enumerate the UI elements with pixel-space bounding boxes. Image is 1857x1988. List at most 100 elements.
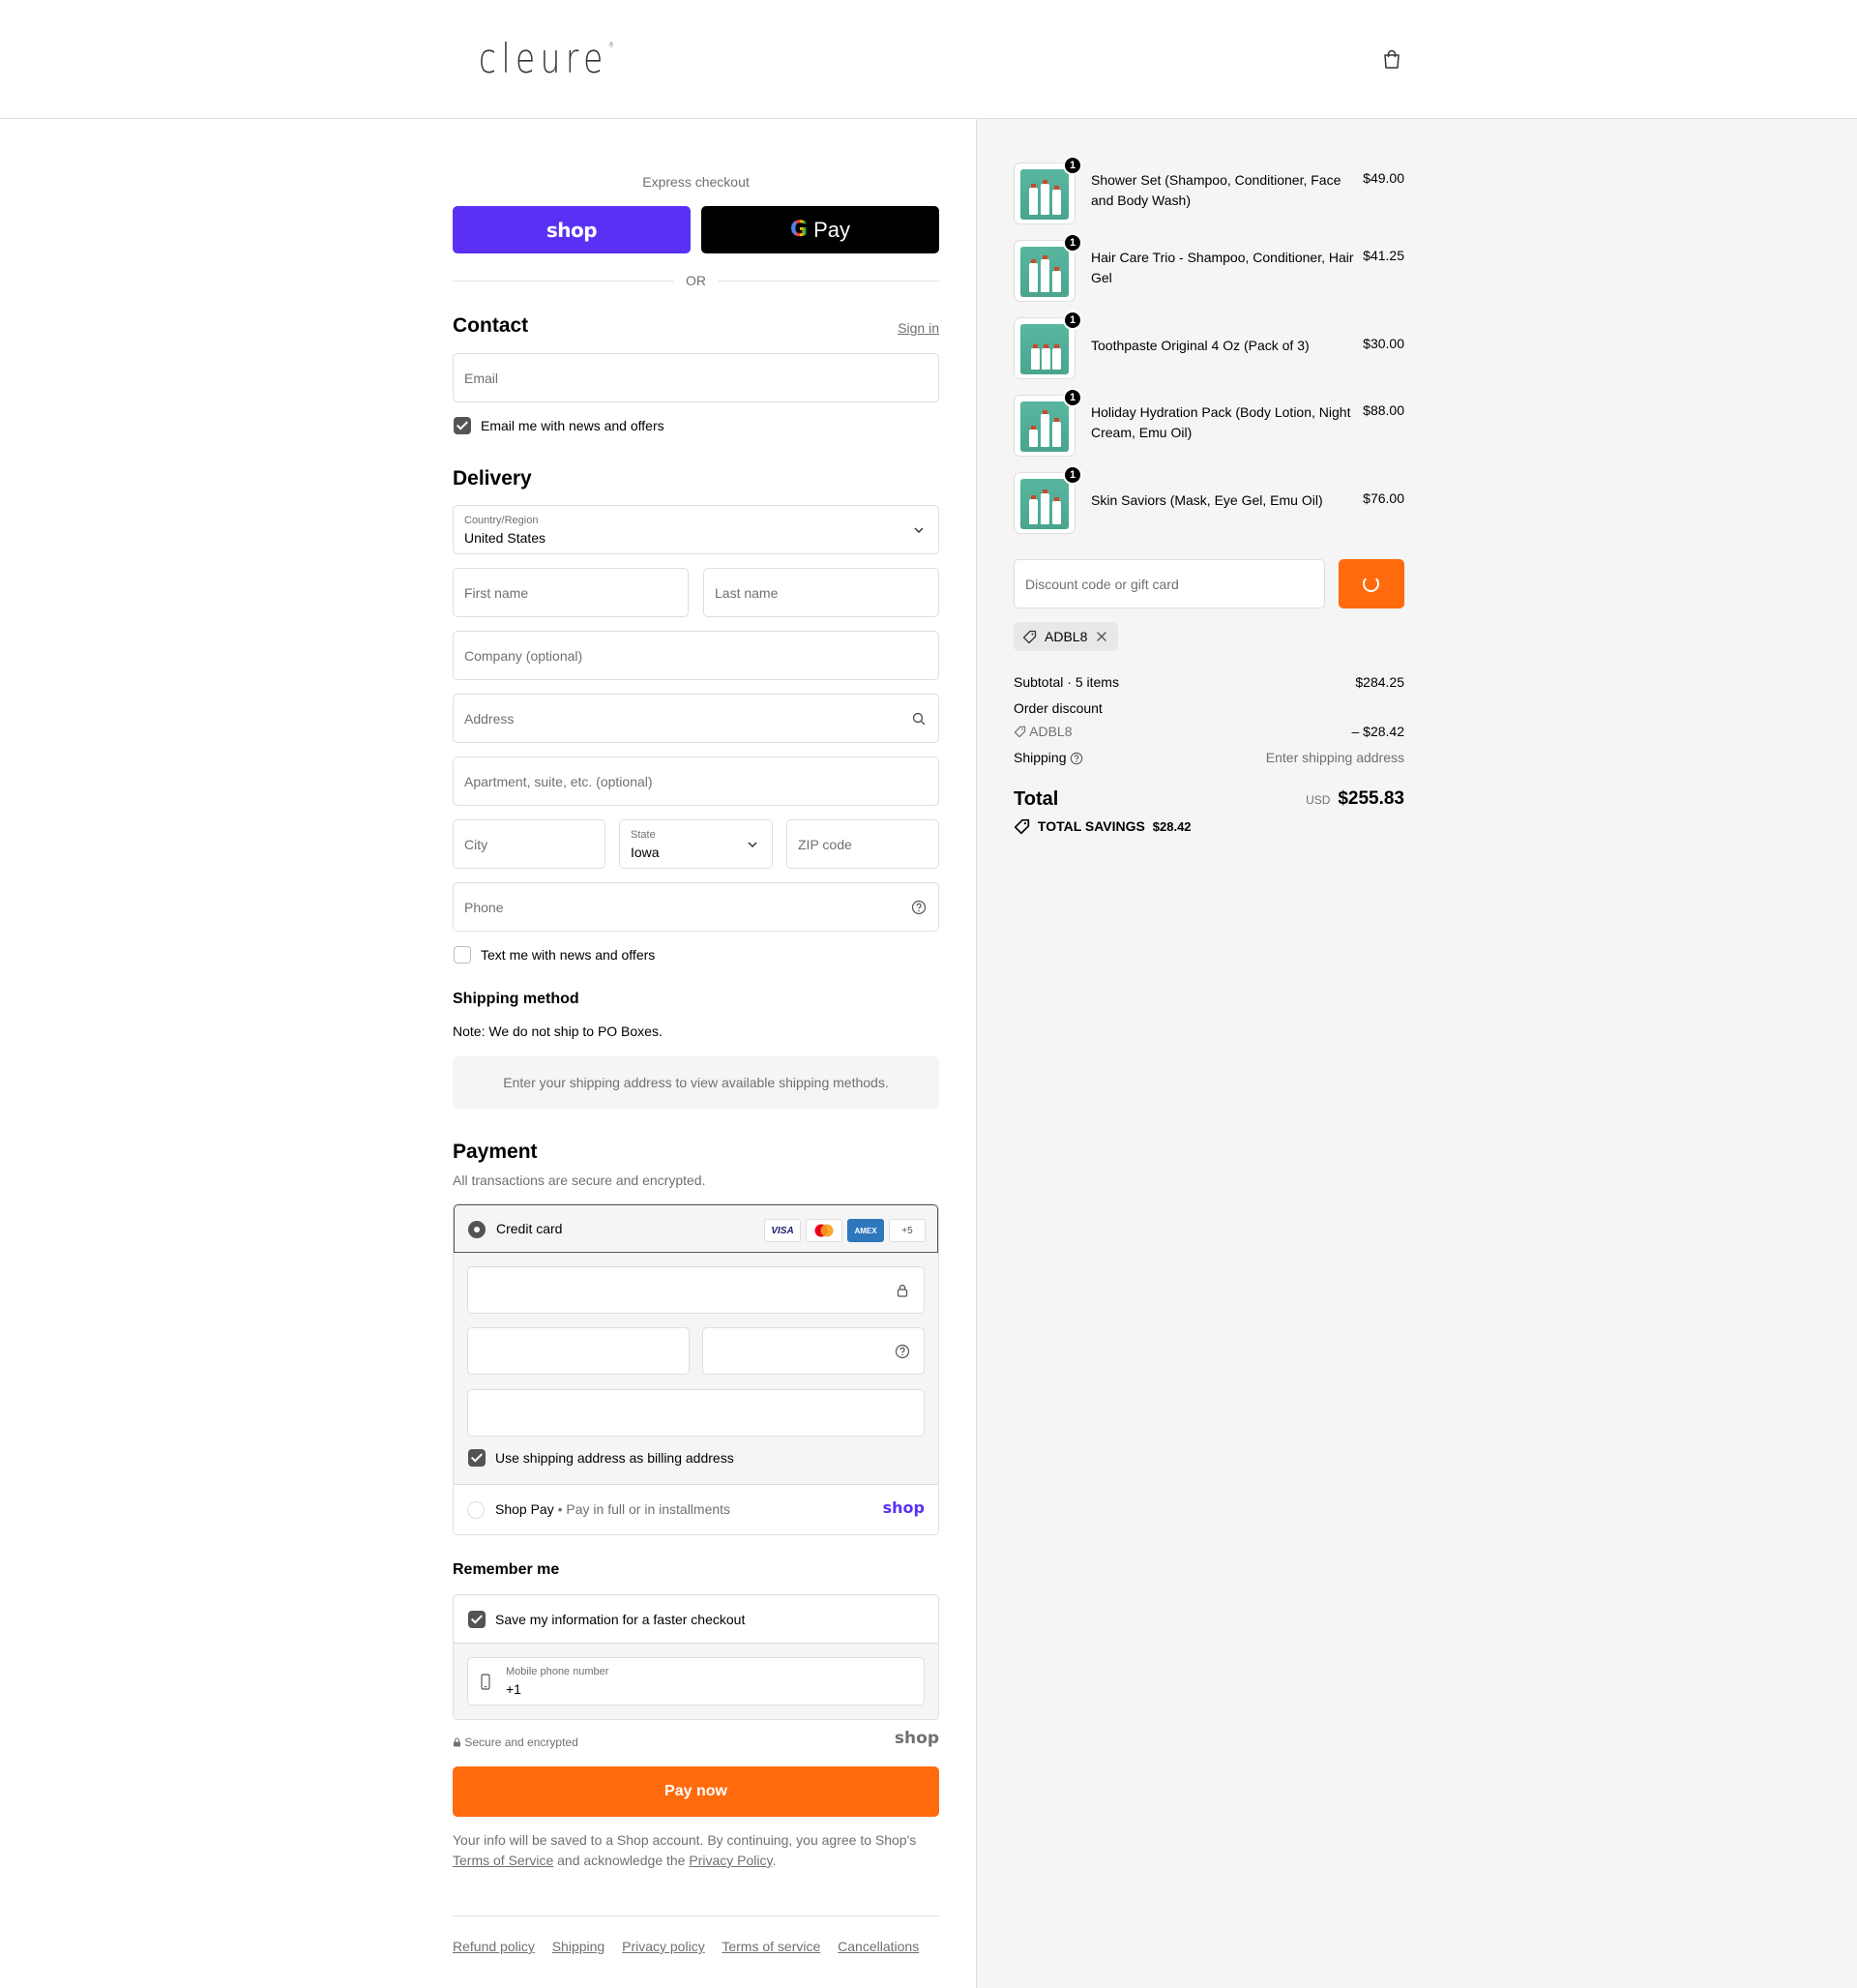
footer-links: Refund policy Shipping Privacy policy Te… — [453, 1939, 932, 1954]
secure-encrypted-label: Secure and encrypted — [453, 1736, 578, 1749]
product-image: 1 — [1014, 311, 1082, 379]
cart-item: 1 Hair Care Trio - Shampoo, Conditioner,… — [1014, 233, 1404, 304]
shipping-link[interactable]: Shipping — [552, 1939, 605, 1954]
visa-icon: VISA — [764, 1219, 801, 1242]
zip-field[interactable]: ZIP code — [786, 819, 939, 869]
product-price: $88.00 — [1363, 402, 1404, 418]
newsletter-checkbox[interactable] — [454, 417, 471, 434]
terms-of-service-link[interactable]: Terms of Service — [453, 1853, 553, 1868]
discount-code-field[interactable]: Discount code or gift card — [1014, 559, 1325, 608]
product-name: Hair Care Trio - Shampoo, Conditioner, H… — [1091, 250, 1354, 285]
pay-now-button[interactable]: Pay now — [453, 1766, 939, 1817]
apply-discount-button[interactable] — [1339, 559, 1404, 608]
terms-of-service-footer-link[interactable]: Terms of service — [722, 1939, 820, 1954]
quantity-badge: 1 — [1063, 156, 1082, 175]
or-divider: OR — [453, 271, 939, 290]
billing-same-checkbox[interactable] — [468, 1449, 486, 1467]
privacy-policy-footer-link[interactable]: Privacy policy — [622, 1939, 705, 1954]
total-row: Total USD $255.83 — [1014, 788, 1404, 810]
google-icon: G — [790, 218, 809, 242]
remember-me-heading: Remember me — [453, 1561, 560, 1578]
product-image: 1 — [1014, 233, 1082, 302]
chevron-down-icon — [914, 527, 924, 534]
loading-spinner-icon — [1363, 576, 1379, 592]
save-info-checkbox[interactable] — [468, 1611, 486, 1628]
save-info-label: Save my information for a faster checkou… — [495, 1612, 746, 1627]
express-checkout-label: Express checkout — [642, 174, 750, 190]
city-field[interactable]: City — [453, 819, 605, 869]
payment-heading: Payment — [453, 1141, 538, 1163]
google-pay-button[interactable]: G Pay — [701, 206, 939, 253]
order-discount-label: Order discount — [1014, 700, 1103, 716]
help-icon[interactable] — [895, 1344, 910, 1359]
amex-icon: AMEX — [847, 1219, 884, 1242]
credit-card-radio[interactable] — [468, 1221, 486, 1238]
sms-label: Text me with news and offers — [481, 947, 656, 963]
address-field[interactable]: Address — [453, 694, 939, 743]
tag-icon — [1014, 818, 1030, 835]
product-price: $41.25 — [1363, 248, 1404, 263]
mastercard-icon — [806, 1219, 842, 1242]
help-icon[interactable] — [911, 900, 927, 915]
shipping-methods-placeholder: Enter your shipping address to view avai… — [453, 1056, 939, 1109]
credit-card-option[interactable]: Credit card VISA AMEX +5 — [454, 1204, 938, 1253]
footer-divider — [453, 1915, 939, 1916]
shop-pay-logo: shop — [882, 1498, 925, 1517]
product-name: Holiday Hydration Pack (Body Lotion, Nig… — [1091, 404, 1351, 440]
name-on-card-field[interactable] — [467, 1389, 925, 1437]
shop-logo: shop — [894, 1729, 939, 1748]
mobile-icon — [481, 1674, 490, 1690]
expiration-field[interactable] — [467, 1327, 690, 1375]
product-name: Shower Set (Shampoo, Conditioner, Face a… — [1091, 172, 1341, 208]
shopping-bag-icon[interactable] — [1381, 48, 1402, 70]
lock-icon — [897, 1284, 908, 1297]
privacy-policy-link[interactable]: Privacy Policy — [689, 1853, 772, 1868]
shipping-row: Shipping Enter shipping address — [1014, 750, 1404, 765]
tag-icon — [1022, 630, 1037, 644]
cart-item: 1 Skin Saviors (Mask, Eye Gel, Emu Oil) … — [1014, 465, 1404, 536]
help-icon[interactable] — [1070, 752, 1083, 765]
shop-pay-radio[interactable] — [467, 1501, 485, 1519]
total-savings-row: TOTAL SAVINGS $28.42 — [1014, 818, 1404, 835]
product-image: 1 — [1014, 156, 1082, 224]
security-code-field[interactable] — [702, 1327, 925, 1375]
applied-discount-chip: ADBL8 — [1014, 622, 1118, 651]
company-field[interactable]: Company (optional) — [453, 631, 939, 680]
contact-heading: Contact — [453, 314, 529, 337]
email-field[interactable]: Email — [453, 353, 939, 402]
billing-same-label: Use shipping address as billing address — [495, 1450, 734, 1466]
quantity-badge: 1 — [1063, 465, 1082, 485]
cart-item: 1 Holiday Hydration Pack (Body Lotion, N… — [1014, 388, 1404, 459]
apartment-field[interactable]: Apartment, suite, etc. (optional) — [453, 757, 939, 806]
search-icon — [912, 712, 926, 726]
cart-item: 1 Toothpaste Original 4 Oz (Pack of 3) $… — [1014, 311, 1404, 381]
newsletter-label: Email me with news and offers — [481, 418, 664, 433]
product-name: Skin Saviors (Mask, Eye Gel, Emu Oil) — [1091, 492, 1323, 508]
last-name-field[interactable]: Last name — [703, 568, 939, 617]
shop-pay-option[interactable]: Shop Pay • Pay in full or in installment… — [454, 1484, 938, 1534]
po-box-note: Note: We do not ship to PO Boxes. — [453, 1024, 663, 1039]
phone-field[interactable]: Phone — [453, 882, 939, 932]
card-number-field[interactable] — [467, 1266, 925, 1314]
lock-icon — [454, 1737, 460, 1747]
cancellations-link[interactable]: Cancellations — [838, 1939, 919, 1954]
sms-checkbox[interactable] — [454, 946, 471, 964]
quantity-badge: 1 — [1063, 233, 1082, 252]
product-name: Toothpaste Original 4 Oz (Pack of 3) — [1091, 338, 1310, 353]
product-image: 1 — [1014, 388, 1082, 457]
refund-policy-link[interactable]: Refund policy — [453, 1939, 535, 1954]
shop-pay-button[interactable]: shop — [453, 206, 691, 253]
delivery-heading: Delivery — [453, 467, 532, 490]
country-select[interactable]: Country/Region United States — [453, 505, 939, 554]
subtotal-row: Subtotal · 5 items $284.25 — [1014, 674, 1404, 690]
state-select[interactable]: State Iowa — [619, 819, 773, 869]
product-price: $49.00 — [1363, 170, 1404, 186]
quantity-badge: 1 — [1063, 388, 1082, 407]
tag-icon — [1014, 726, 1026, 738]
more-cards-badge: +5 — [889, 1219, 926, 1242]
close-icon[interactable] — [1096, 631, 1107, 642]
first-name-field[interactable]: First name — [453, 568, 689, 617]
brand-logo[interactable]: cleure® — [479, 35, 614, 82]
sign-in-link[interactable]: Sign in — [898, 320, 939, 336]
mobile-phone-field[interactable]: Mobile phone number +1 — [467, 1657, 925, 1706]
